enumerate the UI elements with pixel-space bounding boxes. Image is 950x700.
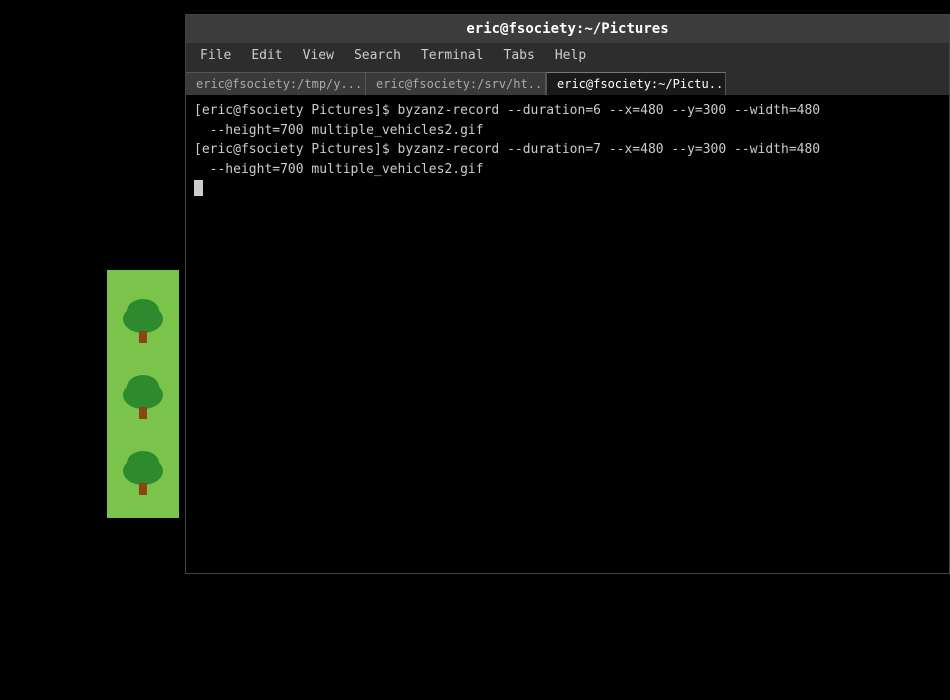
menu-file[interactable]: File <box>190 45 241 66</box>
menu-bar: File Edit View Search Terminal Tabs Help <box>186 43 949 68</box>
tab-2-label: eric@fsociety:/srv/ht... <box>376 77 546 91</box>
tab-3-label: eric@fsociety:~/Pictu... <box>557 77 726 91</box>
cursor-block <box>194 180 203 196</box>
tab-2[interactable]: eric@fsociety:/srv/ht... ✕ <box>366 72 546 95</box>
tab-1-label: eric@fsociety:/tmp/y... <box>196 77 362 91</box>
title-bar: eric@fsociety:~/Pictures <box>186 15 949 43</box>
terminal-window: eric@fsociety:~/Pictures File Edit View … <box>185 14 950 574</box>
terminal-line-2: --height=700 multiple_vehicles2.gif <box>194 121 941 141</box>
menu-help[interactable]: Help <box>545 45 596 66</box>
tree-1 <box>118 293 168 343</box>
tree-2 <box>118 369 168 419</box>
terminal-content[interactable]: [eric@fsociety Pictures]$ byzanz-record … <box>186 95 949 573</box>
tree-panel <box>107 270 179 518</box>
terminal-line-3: [eric@fsociety Pictures]$ byzanz-record … <box>194 140 941 160</box>
terminal-line-4: --height=700 multiple_vehicles2.gif <box>194 160 941 180</box>
menu-view[interactable]: View <box>293 45 344 66</box>
window-title: eric@fsociety:~/Pictures <box>466 21 668 37</box>
terminal-cursor-line <box>194 179 941 199</box>
tab-1[interactable]: eric@fsociety:/tmp/y... ✕ <box>186 72 366 95</box>
tab-3[interactable]: eric@fsociety:~/Pictu... <box>546 72 726 95</box>
tree-3-svg <box>118 445 168 495</box>
menu-terminal[interactable]: Terminal <box>411 45 494 66</box>
tree-1-svg <box>118 293 168 343</box>
tree-3 <box>118 445 168 495</box>
tree-2-svg <box>118 369 168 419</box>
menu-tabs[interactable]: Tabs <box>494 45 545 66</box>
tabs-bar: eric@fsociety:/tmp/y... ✕ eric@fsociety:… <box>186 68 949 95</box>
menu-search[interactable]: Search <box>344 45 411 66</box>
menu-edit[interactable]: Edit <box>241 45 292 66</box>
terminal-line-1: [eric@fsociety Pictures]$ byzanz-record … <box>194 101 941 121</box>
